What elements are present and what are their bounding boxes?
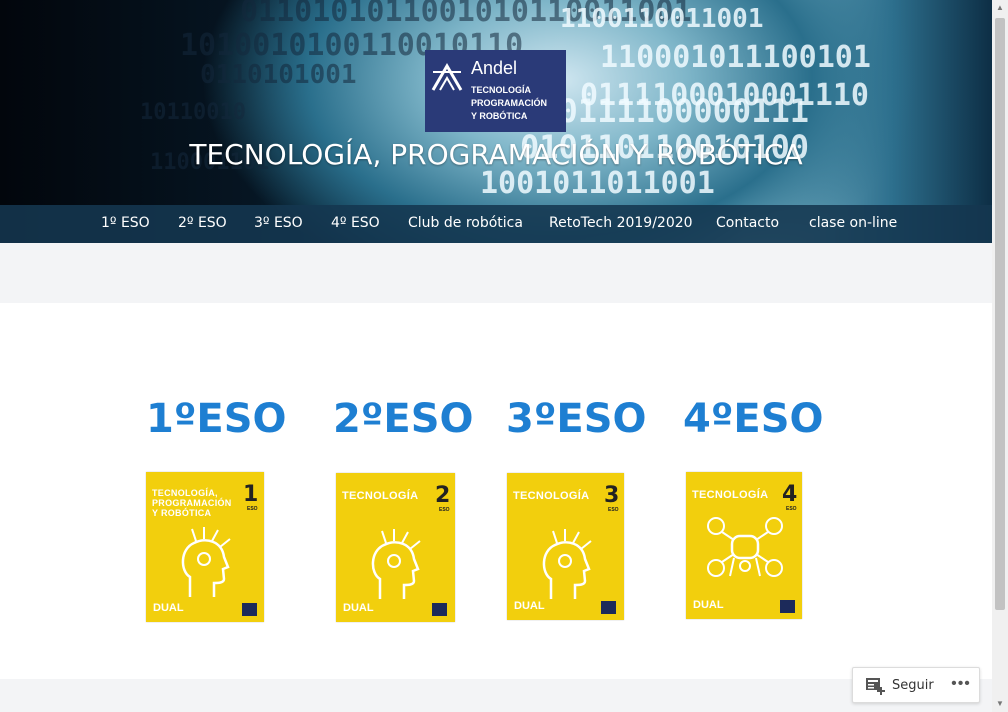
drone-icon	[707, 517, 783, 577]
nav-item-3-eso[interactable]: 3º ESO	[254, 215, 303, 231]
book-cover-2[interactable]: TECNOLOGÍA 2 ESO DUAL	[336, 473, 455, 622]
more-options-icon[interactable]: •••	[949, 674, 973, 696]
grade-heading-4[interactable]: 4ºESO	[683, 396, 824, 442]
book-title-line: Y ROBÓTICA	[152, 508, 212, 518]
book-level: ESO	[608, 507, 619, 513]
follow-bar: Seguir •••	[852, 667, 980, 703]
head-icon	[542, 529, 592, 599]
nav-item-1-eso[interactable]: 1º ESO	[101, 215, 150, 231]
main-content: 1ºESO 2ºESO 3ºESO 4ºESO TECNOLOGÍA, PROG…	[0, 303, 992, 679]
book-title-line: TECNOLOGÍA	[513, 490, 590, 502]
publisher-logo	[780, 600, 795, 613]
site-title[interactable]: TECNOLOGÍA, PROGRAMACIÓN Y ROBÓTICA	[0, 138, 992, 171]
book-title-line: TECNOLOGÍA	[692, 489, 769, 501]
scroll-down-icon[interactable]: ▼	[992, 696, 1008, 712]
logo-mark-icon	[431, 63, 463, 91]
site-logo[interactable]: Andel TECNOLOGÍA PROGRAMACIÓN Y ROBÓTICA	[425, 50, 566, 132]
book-title-line: PROGRAMACIÓN	[152, 498, 232, 508]
nav-item-4-eso[interactable]: 4º ESO	[331, 215, 380, 231]
book-cover-3[interactable]: TECNOLOGÍA 3 ESO DUAL	[507, 473, 624, 620]
nav-item-clase-online[interactable]: clase on-line	[809, 215, 897, 231]
book-edition: DUAL	[514, 600, 545, 612]
book-level: ESO	[247, 506, 258, 512]
book-edition: DUAL	[153, 602, 184, 614]
nav-item-club-robotica[interactable]: Club de robótica	[408, 215, 523, 231]
book-number: 3	[604, 483, 620, 508]
reader-follow-icon	[866, 678, 885, 695]
logo-line-1: TECNOLOGÍA	[471, 85, 531, 95]
site-header: 0110101011001010110011001 1100110011001 …	[0, 0, 992, 243]
publisher-logo	[242, 603, 257, 616]
main-nav: 1º ESO 2º ESO 3º ESO 4º ESO Club de robó…	[0, 205, 992, 243]
logo-line-2: PROGRAMACIÓN	[471, 98, 547, 108]
follow-button[interactable]: Seguir	[853, 668, 941, 702]
book-number: 1	[243, 482, 259, 507]
page-scrollbar[interactable]: ▲ ▼	[992, 0, 1008, 712]
book-title-line: TECNOLOGÍA,	[152, 488, 218, 498]
book-cover-4[interactable]: TECNOLOGÍA 4 ESO DUAL	[686, 472, 802, 619]
nav-item-2-eso[interactable]: 2º ESO	[178, 215, 227, 231]
grade-heading-3[interactable]: 3ºESO	[506, 396, 647, 442]
book-number: 2	[435, 483, 451, 508]
follow-label: Seguir	[892, 678, 934, 693]
logo-line-3: Y ROBÓTICA	[471, 111, 528, 121]
nav-item-retotech[interactable]: RetoTech 2019/2020	[549, 215, 693, 231]
book-edition: DUAL	[693, 599, 724, 611]
book-number: 4	[782, 482, 798, 507]
book-level: ESO	[439, 507, 450, 513]
head-icon	[371, 529, 421, 599]
logo-name: Andel	[471, 58, 518, 78]
scroll-thumb[interactable]	[995, 18, 1005, 610]
publisher-logo	[432, 603, 447, 616]
book-cover-1[interactable]: TECNOLOGÍA, PROGRAMACIÓN Y ROBÓTICA 1 ES…	[146, 472, 264, 622]
grade-heading-1[interactable]: 1ºESO	[146, 396, 287, 442]
book-title-line: TECNOLOGÍA	[342, 490, 419, 502]
book-level: ESO	[786, 506, 797, 512]
grade-heading-2[interactable]: 2ºESO	[333, 396, 474, 442]
head-icon	[181, 527, 231, 597]
nav-item-contacto[interactable]: Contacto	[716, 215, 779, 231]
publisher-logo	[601, 601, 616, 614]
book-edition: DUAL	[343, 602, 374, 614]
scroll-up-icon[interactable]: ▲	[992, 0, 1008, 16]
